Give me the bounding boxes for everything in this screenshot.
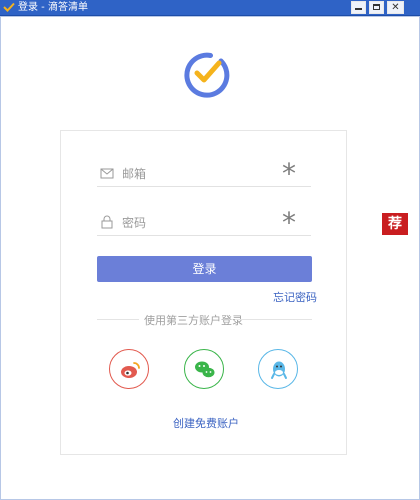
- create-account-link[interactable]: 创建免费账户: [173, 415, 239, 431]
- password-placeholder: 密码: [122, 216, 147, 230]
- maximize-icon: [373, 4, 380, 10]
- email-icon: [100, 168, 114, 179]
- close-button[interactable]: ✕: [387, 1, 404, 14]
- lock-icon: [101, 215, 113, 229]
- qq-icon: [271, 361, 287, 379]
- third-party-label: 使用第三方账户登录: [144, 314, 243, 327]
- maximize-button[interactable]: [369, 1, 384, 14]
- divider-right: [235, 319, 312, 320]
- title-bar: 登录 - 滴答清单 ✕: [0, 0, 420, 16]
- login-button[interactable]: 登录: [97, 256, 312, 282]
- email-placeholder: 邮箱: [122, 167, 147, 181]
- qq-login-button[interactable]: [258, 349, 298, 389]
- password-field[interactable]: 密码 *: [97, 206, 311, 239]
- weibo-icon: [121, 362, 140, 378]
- minimize-icon: [355, 8, 362, 10]
- window-title: 登录 - 滴答清单: [18, 2, 88, 13]
- minimize-button[interactable]: [351, 1, 366, 14]
- close-icon: ✕: [391, 2, 400, 13]
- divider-left: [97, 319, 139, 320]
- forgot-password-link[interactable]: 忘记密码: [273, 289, 317, 305]
- dida-logo-icon: [184, 52, 230, 98]
- app-check-icon: [3, 2, 15, 12]
- email-underline: [97, 186, 311, 187]
- password-underline: [97, 235, 311, 236]
- wechat-login-button[interactable]: [184, 349, 224, 389]
- weibo-login-button[interactable]: [109, 349, 149, 389]
- wechat-icon: [195, 361, 215, 378]
- email-field[interactable]: 邮箱 *: [97, 157, 311, 190]
- recommend-badge[interactable]: 荐: [382, 213, 408, 235]
